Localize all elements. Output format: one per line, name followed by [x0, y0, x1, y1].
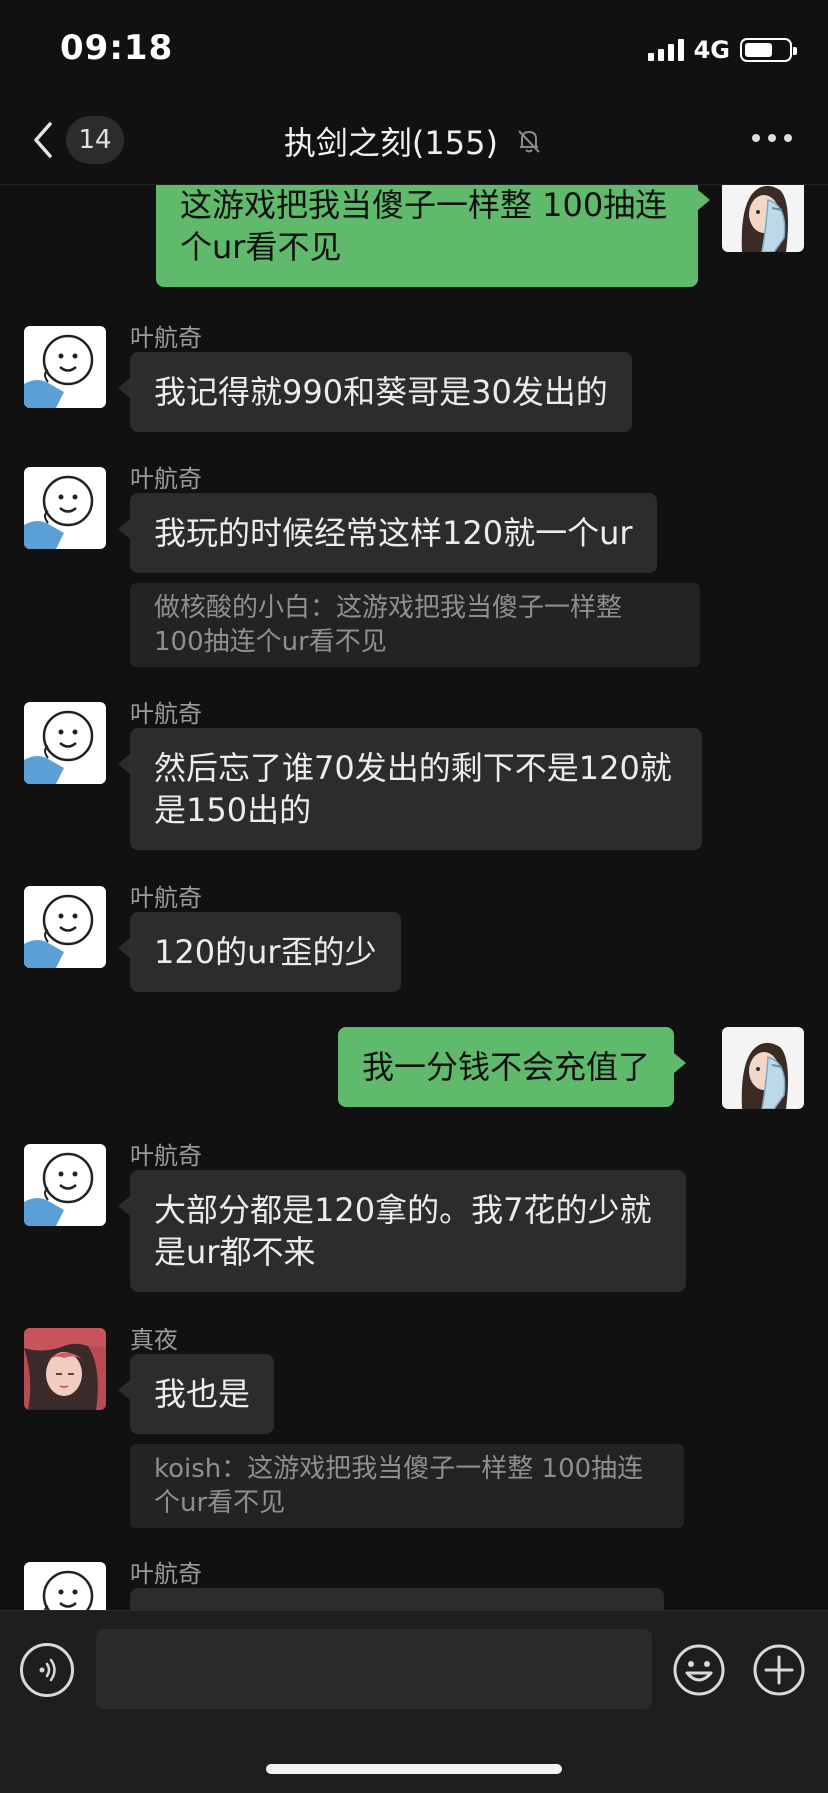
- sender-name: 叶航奇: [130, 1560, 202, 1588]
- sender-name: 叶航奇: [130, 1142, 202, 1170]
- message-text: 大部分都是120拿的。我7花的少就是ur都不来: [154, 1191, 652, 1271]
- smiley-icon: [673, 1644, 725, 1696]
- sender-name: 叶航奇: [130, 324, 202, 352]
- sender-name: 叶航奇: [130, 465, 202, 493]
- message-bubble[interactable]: 这游戏把我当傻子一样整 100抽连个ur看不见: [156, 184, 710, 287]
- avatar-sender[interactable]: [24, 1562, 106, 1610]
- chat-title: 执剑之刻(155): [283, 124, 498, 162]
- message-bubble[interactable]: 然后忘了谁70发出的剩下不是120就是150出的: [118, 728, 702, 850]
- quoted-message[interactable]: 做核酸的小白：这游戏把我当傻子一样整 100抽连个ur看不见: [130, 583, 700, 667]
- sender-name: 叶航奇: [130, 700, 202, 728]
- emoji-button[interactable]: [672, 1643, 726, 1697]
- avatar-portrait-icon: [722, 184, 804, 252]
- avatar-sender[interactable]: [24, 1144, 106, 1226]
- avatar-self[interactable]: [722, 1027, 804, 1109]
- status-bar: 09:18 4G: [0, 0, 828, 100]
- quote-text: koish：这游戏把我当傻子一样整 100抽连个ur看不见: [154, 1454, 644, 1518]
- quote-text: 做核酸的小白：这游戏把我当傻子一样整 100抽连个ur看不见: [154, 593, 623, 657]
- avatar-smiley-icon: [24, 467, 106, 549]
- message-bubble[interactable]: 我玩的时候经常这样120就一个ur: [118, 493, 657, 573]
- chat-title-row: 执剑之刻(155): [0, 118, 828, 164]
- sender-name: 真夜: [130, 1326, 178, 1354]
- status-time: 09:18: [60, 28, 174, 68]
- voice-icon: [39, 1658, 56, 1682]
- battery-icon: [740, 38, 797, 62]
- network-type: 4G: [693, 36, 730, 64]
- avatar-sender[interactable]: [24, 886, 106, 968]
- plus-icon: [753, 1644, 805, 1696]
- avatar-sender[interactable]: [24, 1328, 106, 1410]
- message-text: 我记得就990和葵哥是30发出的: [154, 373, 608, 411]
- avatar-smiley-icon: [24, 1562, 106, 1610]
- avatar-sender[interactable]: [24, 467, 106, 549]
- quoted-message[interactable]: koish：这游戏把我当傻子一样整 100抽连个ur看不见: [130, 1444, 684, 1528]
- ellipsis-icon: [752, 134, 760, 142]
- signal-strength-icon: [647, 39, 684, 61]
- message-bubble[interactable]: 我记得就990和葵哥是30发出的: [118, 352, 632, 432]
- avatar-portrait-icon: [722, 1027, 804, 1109]
- message-bubble[interactable]: 我一分钱不会充值了: [338, 1027, 687, 1107]
- avatar-self[interactable]: [722, 184, 804, 252]
- avatar-anime-character-icon: [24, 1328, 106, 1410]
- avatar-sender[interactable]: [24, 702, 106, 784]
- message-text: 这游戏把我当傻子一样整 100抽连个ur看不见: [180, 186, 668, 266]
- message-bubble[interactable]: 大部分都是120拿的。我7花的少就是ur都不来: [118, 1170, 686, 1292]
- message-input[interactable]: [96, 1629, 652, 1709]
- chat-header: 14 执剑之刻(155): [0, 100, 828, 185]
- message-bubble[interactable]: 120的ur歪的少: [118, 912, 401, 992]
- message-text: 然后忘了谁70发出的剩下不是120就是150出的: [154, 749, 672, 829]
- avatar-smiley-icon: [24, 702, 106, 784]
- message-text: 我也是: [154, 1375, 251, 1413]
- bell-off-icon: [518, 130, 540, 153]
- message-bubble[interactable]: 我也是: [117, 1354, 275, 1434]
- more-options-button[interactable]: [752, 134, 792, 142]
- avatar-smiley-icon: [24, 886, 106, 968]
- sender-name: 叶航奇: [130, 884, 202, 912]
- avatar-smiley-icon: [24, 1144, 106, 1226]
- message-bubble[interactable]: [130, 1588, 664, 1610]
- message-text: 120的ur歪的少: [154, 933, 377, 971]
- status-indicators: 4G: [647, 36, 797, 64]
- message-text: 我玩的时候经常这样120就一个ur: [154, 514, 633, 552]
- avatar-sender[interactable]: [24, 326, 106, 408]
- message-text: 我一分钱不会充值了: [362, 1048, 651, 1086]
- home-indicator[interactable]: [266, 1764, 562, 1774]
- voice-input-button[interactable]: [20, 1643, 74, 1697]
- avatar-smiley-icon: [24, 326, 106, 408]
- more-functions-button[interactable]: [752, 1643, 806, 1697]
- message-list[interactable]: 这游戏把我当傻子一样整 100抽连个ur看不见 叶航奇 我记得就990和葵哥是3…: [0, 184, 828, 1610]
